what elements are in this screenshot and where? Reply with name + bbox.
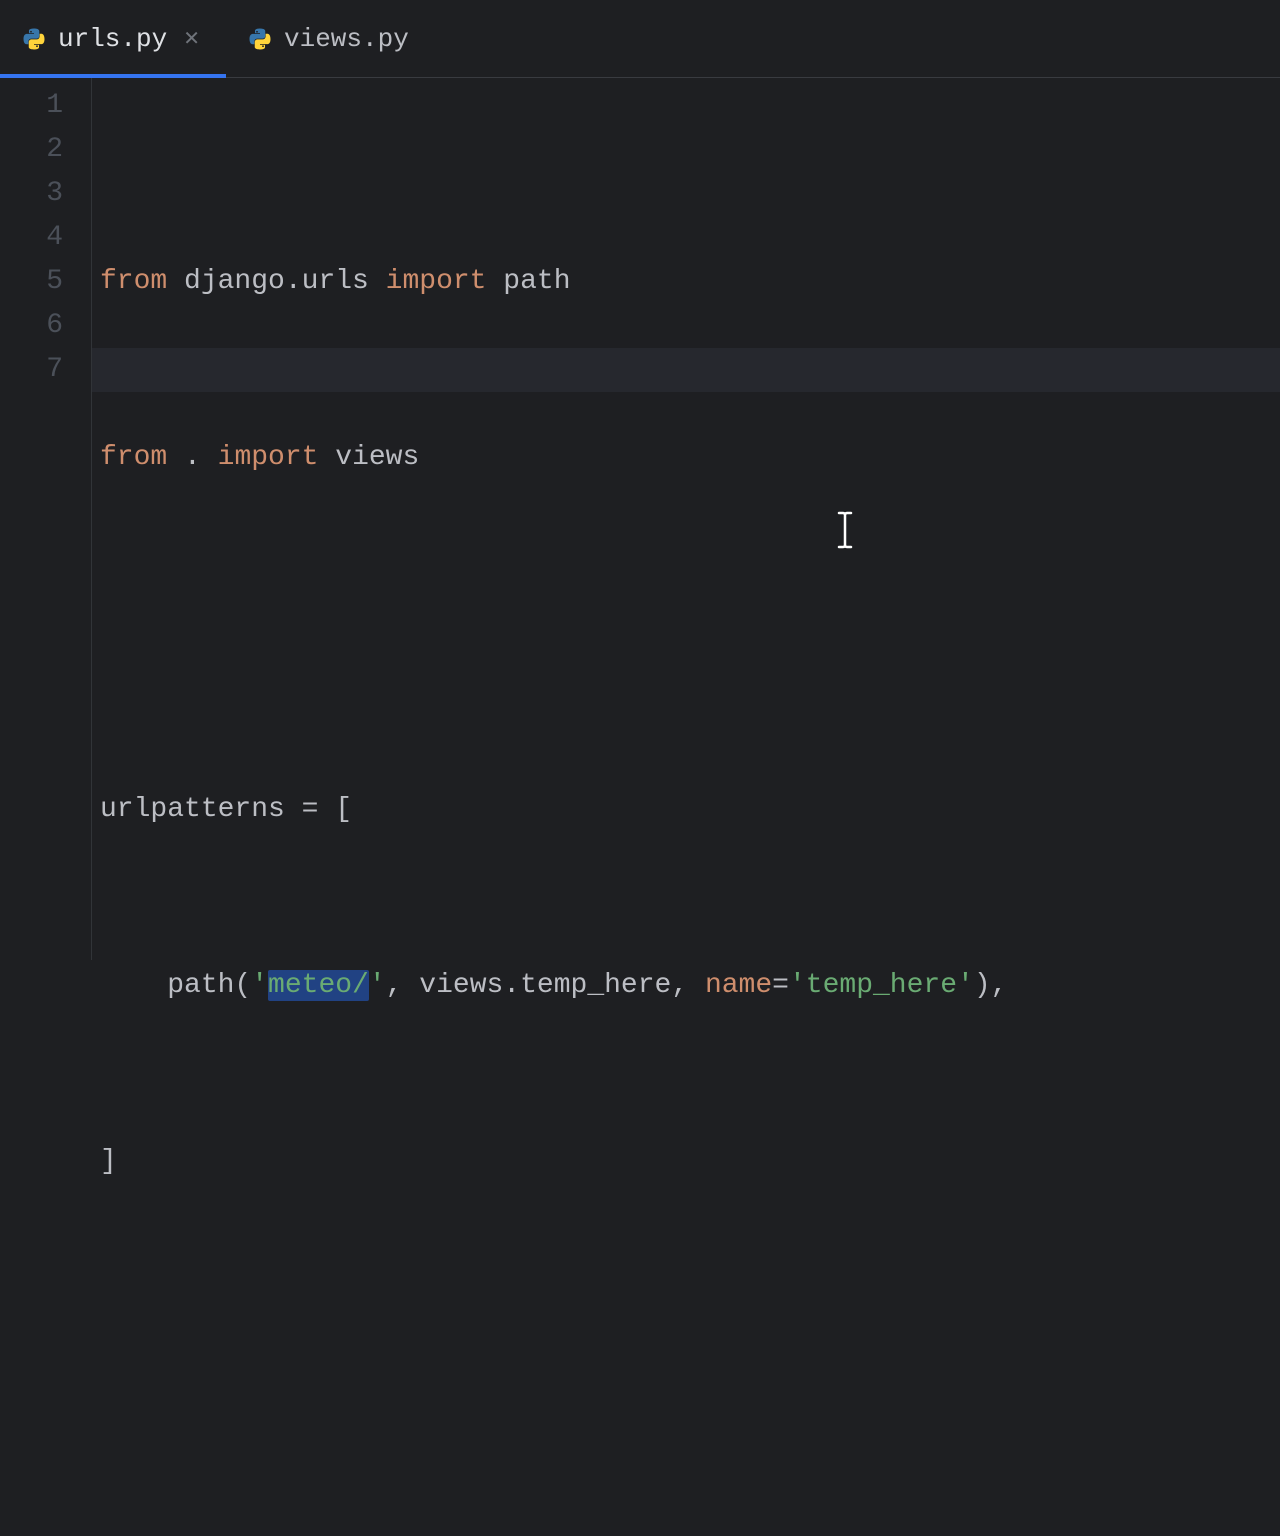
line-number: 2 [0, 128, 91, 172]
line-number: 3 [0, 172, 91, 216]
line-number: 4 [0, 216, 91, 260]
line-number: 5 [0, 260, 91, 304]
editor[interactable]: 1 2 3 4 5 6 7 from django.urls import pa… [0, 78, 1280, 960]
code-line-6: ] [100, 1140, 1280, 1184]
python-icon [248, 27, 272, 51]
code-line-4: urlpatterns = [ [100, 788, 1280, 832]
selected-text: meteo/ [268, 970, 369, 1001]
code-area[interactable]: from django.urls import path from . impo… [92, 78, 1280, 960]
code-line-1: from django.urls import path [100, 260, 1280, 304]
gutter: 1 2 3 4 5 6 7 [0, 78, 92, 960]
line-number: 7 [0, 348, 91, 392]
code-line-2: from . import views [100, 436, 1280, 480]
tab-bar: urls.py ✕ views.py [0, 0, 1280, 78]
current-line-highlight [92, 348, 1280, 392]
code-line-5: path('meteo/', views.temp_here, name='te… [100, 964, 1280, 1008]
tab-urls-py[interactable]: urls.py ✕ [0, 0, 226, 77]
tab-label: views.py [284, 24, 409, 54]
tab-views-py[interactable]: views.py [226, 0, 431, 77]
close-icon[interactable]: ✕ [179, 26, 204, 52]
python-icon [22, 27, 46, 51]
code-line-3 [100, 612, 1280, 656]
code-line-7 [100, 1316, 1280, 1360]
line-number: 6 [0, 304, 91, 348]
line-number: 1 [0, 84, 91, 128]
tab-label: urls.py [58, 24, 167, 54]
